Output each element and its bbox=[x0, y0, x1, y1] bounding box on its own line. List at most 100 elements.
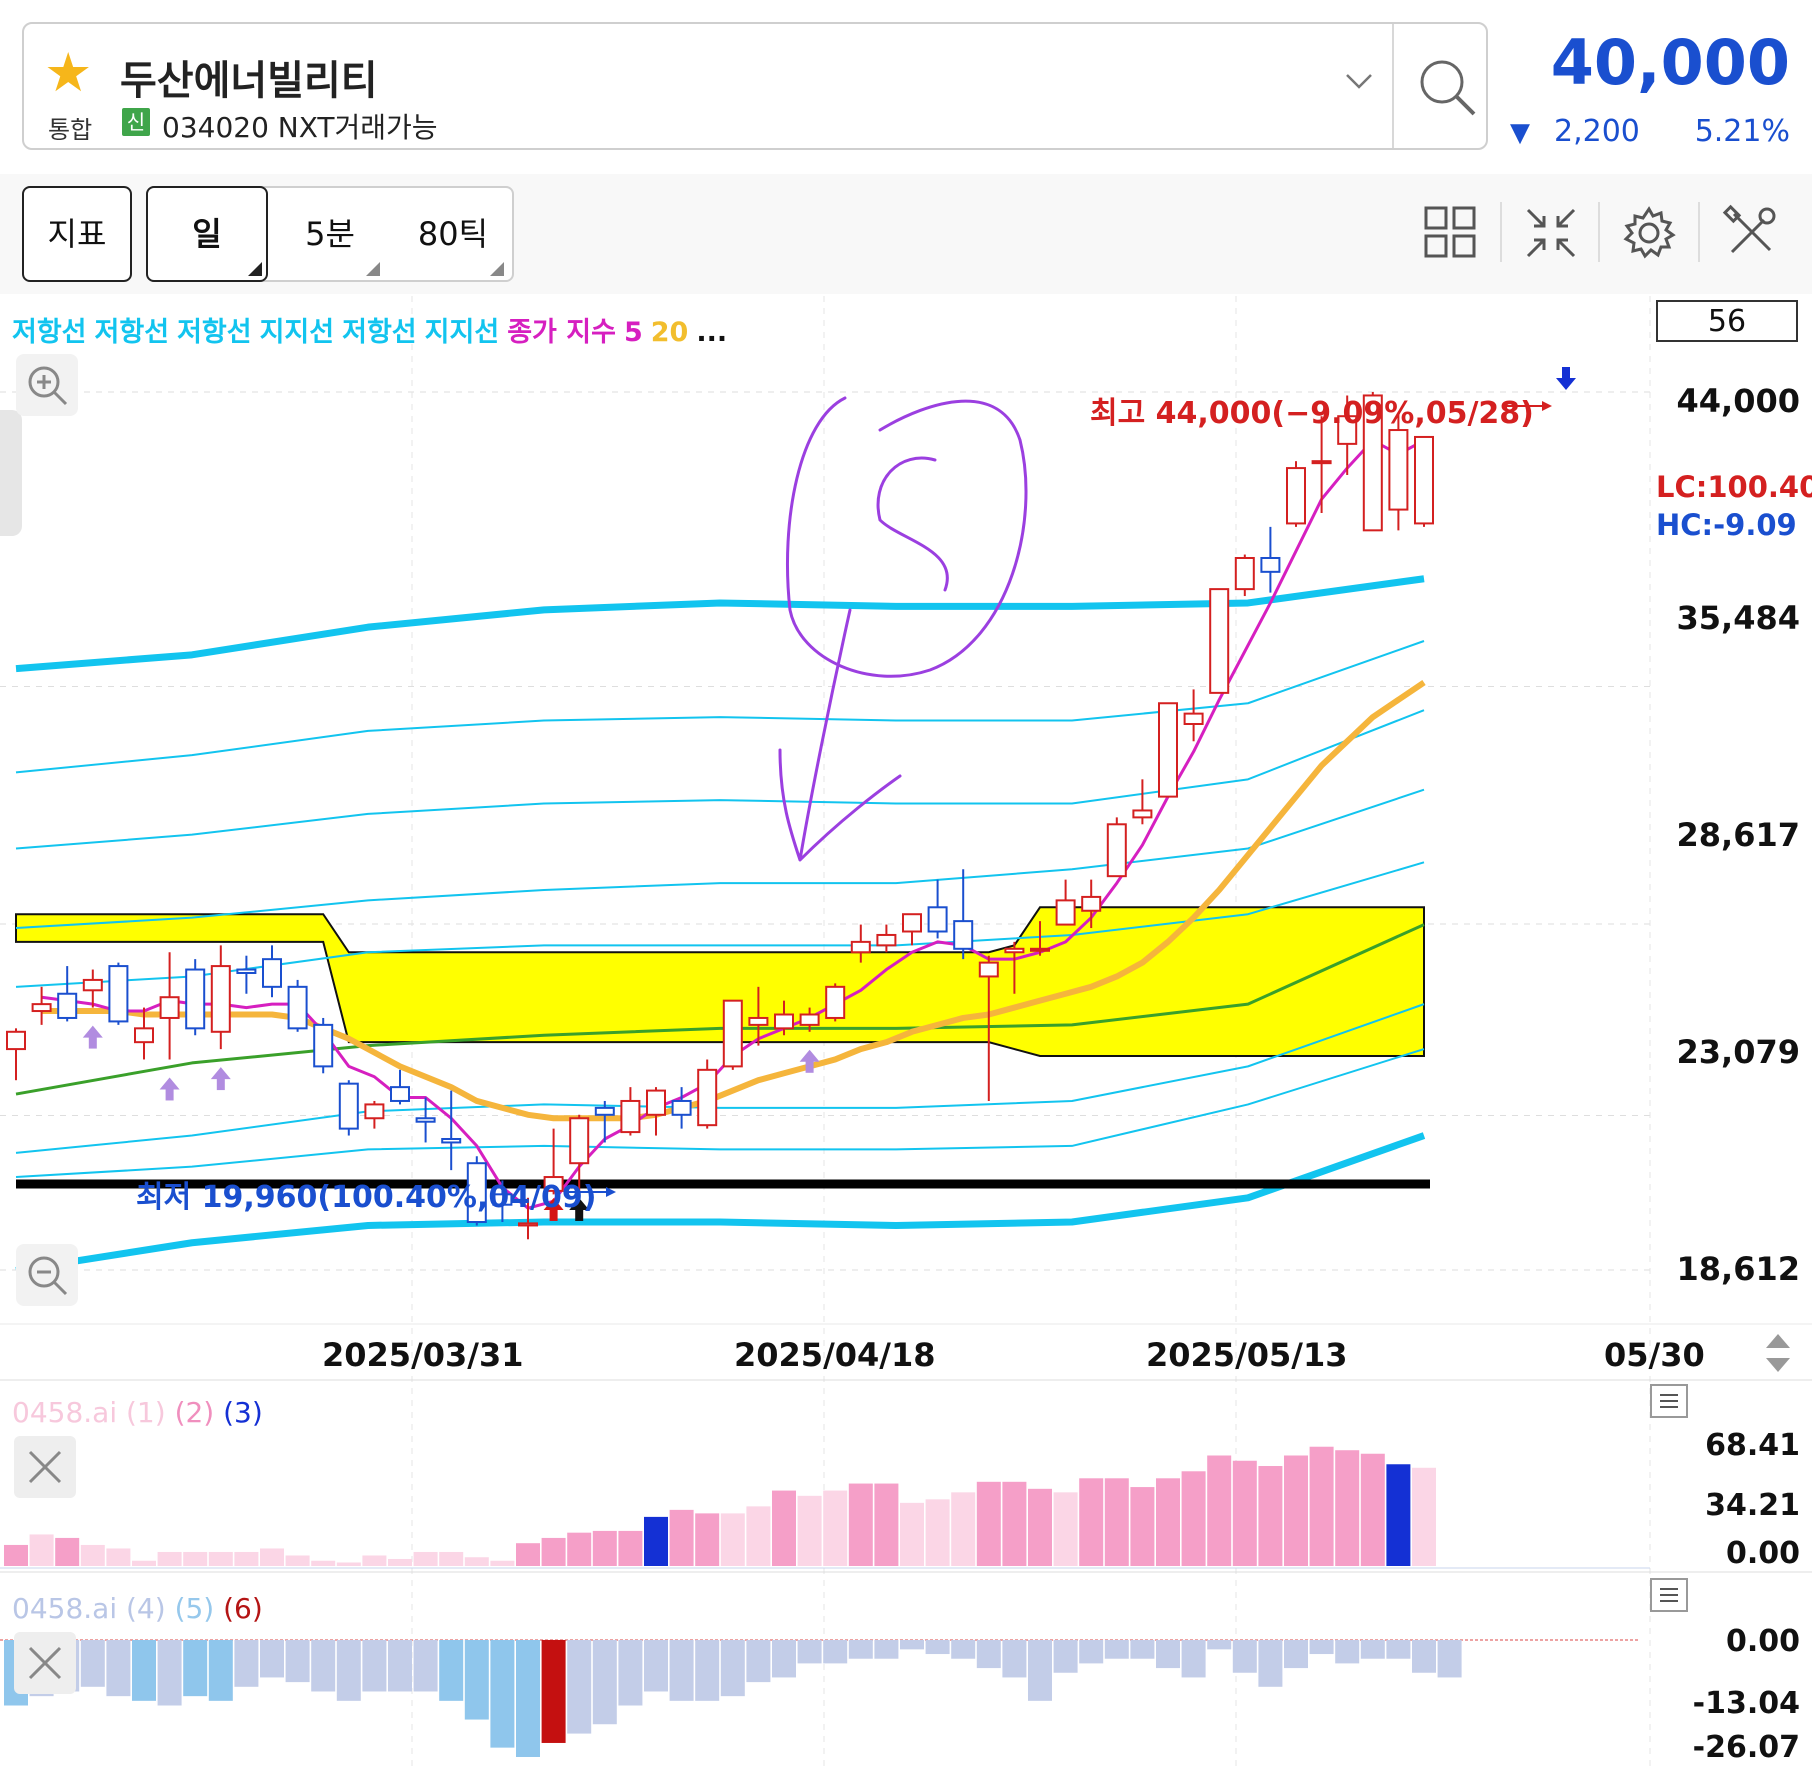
ind1-bar bbox=[1284, 1455, 1308, 1566]
ind2-bar bbox=[1104, 1640, 1129, 1659]
ind1-bar bbox=[157, 1551, 182, 1566]
candle bbox=[262, 945, 282, 998]
indicator-button[interactable]: 지표 bbox=[22, 186, 132, 282]
ind2-bar bbox=[900, 1640, 924, 1650]
ind2-bar bbox=[720, 1640, 745, 1697]
ind1-bar bbox=[1360, 1453, 1385, 1566]
zoom-out-icon[interactable] bbox=[16, 1244, 78, 1306]
ind1-bar bbox=[925, 1499, 950, 1566]
candle-body bbox=[364, 1103, 385, 1120]
candle bbox=[1234, 554, 1255, 597]
candle-body bbox=[287, 985, 308, 1030]
current-price: 40,000 bbox=[1550, 26, 1790, 99]
visible-count[interactable]: 56 bbox=[1656, 300, 1798, 342]
indicator1-menu-icon[interactable] bbox=[1650, 1384, 1688, 1418]
legend-entry[interactable]: 20 bbox=[651, 317, 689, 348]
ind1-bar bbox=[644, 1516, 668, 1566]
collapse-icon[interactable] bbox=[1522, 204, 1580, 262]
legend-entry[interactable]: ... bbox=[696, 317, 727, 348]
chart-legend[interactable]: 저항선 저항선 저항선 지지선 저항선 지지선 종가 지수 5 20... bbox=[12, 310, 735, 349]
ind2-bar bbox=[388, 1640, 412, 1692]
divider bbox=[1598, 202, 1600, 262]
5min-period-button[interactable]: 5분 bbox=[280, 186, 380, 282]
tools-icon[interactable] bbox=[1722, 204, 1780, 262]
candle-body bbox=[799, 1013, 820, 1026]
legend-entry[interactable]: 5 bbox=[624, 317, 643, 348]
candle-body bbox=[262, 958, 282, 988]
ind1-bar bbox=[746, 1506, 771, 1566]
purple-up-arrow-icon bbox=[210, 1067, 231, 1080]
price-chart[interactable] bbox=[0, 294, 1812, 1766]
indicator2-close-icon[interactable] bbox=[14, 1632, 76, 1694]
ind1-bar bbox=[695, 1513, 720, 1566]
ind2-bar bbox=[311, 1640, 336, 1692]
candle-body bbox=[390, 1086, 410, 1102]
candle-body bbox=[441, 1137, 462, 1144]
ind2-bar bbox=[439, 1640, 464, 1701]
ind1-bar bbox=[1232, 1460, 1257, 1566]
candle-body bbox=[236, 968, 257, 974]
stock-selector[interactable]: ★ 두산에너빌리티 통합 신 034020 NXT거래가능 bbox=[22, 22, 1488, 150]
ind1-bar bbox=[413, 1551, 438, 1566]
ind1-bar bbox=[1412, 1467, 1436, 1566]
ind2-bar bbox=[362, 1640, 387, 1692]
candle-body bbox=[82, 978, 103, 992]
legend-entry[interactable]: 저항선 bbox=[177, 317, 252, 348]
ind2-bar bbox=[1309, 1640, 1334, 1655]
purple-up-arrow-icon bbox=[82, 1025, 103, 1038]
chevron-down-icon[interactable] bbox=[1344, 64, 1374, 99]
handwritten-mark bbox=[778, 396, 1028, 862]
candle bbox=[902, 913, 922, 946]
ind1-bar bbox=[183, 1551, 208, 1566]
grid-layout-icon[interactable] bbox=[1422, 204, 1480, 262]
ind1-bar bbox=[1053, 1492, 1078, 1566]
legend-entry[interactable]: 저항선 bbox=[95, 317, 170, 348]
scroll-arrows-icon[interactable] bbox=[1754, 1328, 1802, 1376]
divider bbox=[1698, 202, 1700, 262]
change-amount: 2,200 bbox=[1554, 114, 1640, 149]
market-tag: 통합 bbox=[48, 116, 93, 144]
candle-body bbox=[185, 968, 206, 1030]
candle bbox=[441, 1090, 462, 1171]
indicator1-close-icon[interactable] bbox=[14, 1436, 76, 1498]
ind2-bar bbox=[516, 1640, 540, 1757]
ind1-bar bbox=[80, 1544, 105, 1566]
ind2-bar bbox=[1053, 1640, 1078, 1673]
candle-body bbox=[1081, 895, 1102, 912]
ind1-bar bbox=[336, 1562, 361, 1566]
candle-body bbox=[697, 1068, 718, 1127]
favorite-star-icon[interactable]: ★ bbox=[44, 46, 92, 100]
legend-entry[interactable]: 저항선 bbox=[342, 317, 417, 348]
ind1-bar bbox=[1181, 1471, 1206, 1566]
ind1-bar bbox=[720, 1513, 745, 1566]
candle-body bbox=[338, 1082, 359, 1130]
ind2-bar bbox=[592, 1640, 617, 1725]
ind2-bar bbox=[772, 1640, 796, 1678]
zoom-in-icon[interactable] bbox=[16, 354, 78, 416]
ind1-bar bbox=[260, 1548, 284, 1566]
candle-body bbox=[876, 933, 897, 947]
candle bbox=[57, 966, 78, 1022]
indicator2-menu-icon[interactable] bbox=[1650, 1578, 1688, 1612]
candle-body bbox=[825, 985, 846, 1019]
search-icon[interactable] bbox=[1412, 52, 1482, 122]
indicator2-title: 0458.ai (4) (5) (6) bbox=[12, 1592, 263, 1625]
candle bbox=[1209, 588, 1230, 694]
legend-entry[interactable]: 저항선 bbox=[12, 317, 87, 348]
ind1-bar bbox=[388, 1558, 412, 1566]
legend-entry[interactable]: 종가 지수 bbox=[507, 317, 616, 348]
candle-body bbox=[927, 906, 948, 933]
ind2-bar bbox=[157, 1640, 182, 1706]
legend-entry[interactable]: 지지선 bbox=[425, 317, 500, 348]
legend-entry[interactable]: 지지선 bbox=[260, 317, 335, 348]
ind2-bar bbox=[234, 1640, 259, 1687]
gear-icon[interactable] bbox=[1620, 204, 1678, 262]
ind2-bar bbox=[1284, 1640, 1308, 1669]
ind1-bar bbox=[1258, 1466, 1283, 1566]
candle-body bbox=[57, 992, 78, 1019]
candle-body bbox=[415, 1117, 436, 1123]
candle bbox=[620, 1087, 641, 1136]
ind1-bar bbox=[1386, 1464, 1411, 1566]
ind2-bar bbox=[1156, 1640, 1180, 1669]
side-panel-handle[interactable] bbox=[0, 410, 22, 536]
